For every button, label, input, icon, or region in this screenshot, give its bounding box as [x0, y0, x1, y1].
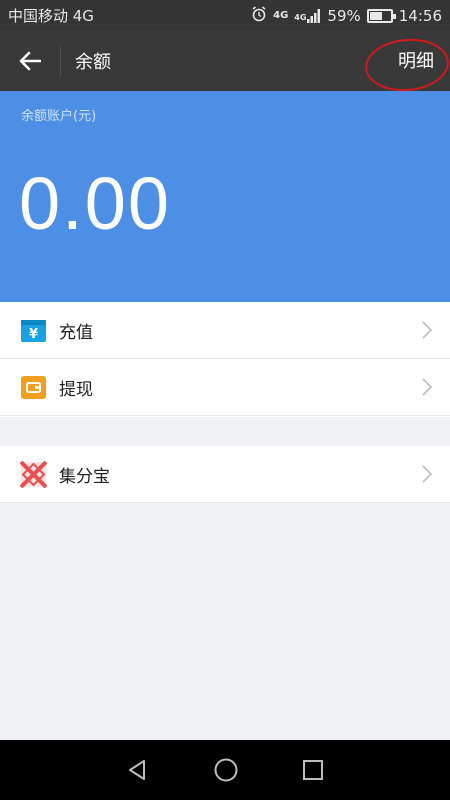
header-divider [60, 47, 61, 75]
recharge-label: 充值 [59, 322, 93, 343]
nav-back-icon[interactable] [126, 758, 150, 782]
menu-group-secondary: 集分宝 [0, 446, 450, 503]
jifenbao-label: 集分宝 [59, 466, 110, 487]
carrier-label: 中国移动 4G [8, 7, 94, 25]
list-item-jifenbao[interactable]: 集分宝 [0, 446, 450, 503]
recharge-icon: ¥ [20, 317, 47, 344]
jifenbao-icon [20, 460, 47, 488]
battery-percent: 59% [327, 6, 361, 25]
chevron-right-icon [422, 378, 432, 396]
nav-home-icon[interactable] [213, 757, 239, 783]
system-nav-bar [0, 740, 450, 800]
highlight-annotation [362, 35, 450, 95]
battery-fill [369, 11, 382, 20]
signal-net-badge: 4G [294, 12, 307, 22]
top-bar: 余额 明细 [0, 31, 450, 95]
battery-icon [366, 8, 396, 23]
withdraw-icon [20, 374, 47, 401]
alarm-icon [251, 5, 267, 26]
back-arrow-icon [19, 51, 41, 71]
svg-text:¥: ¥ [29, 327, 38, 342]
balance-card: 余额账户(元) 0.00 [0, 91, 450, 302]
status-right: 4G 4G 59% 14:56 [251, 5, 442, 26]
balance-label: 余额账户(元) [21, 109, 97, 124]
list-item-withdraw[interactable]: 提现 [0, 359, 450, 416]
page-title: 余额 [75, 52, 111, 73]
list-item-recharge[interactable]: ¥ 充值 [0, 302, 450, 359]
menu-group-primary: ¥ 充值 提现 [0, 302, 450, 417]
chevron-right-icon [422, 321, 432, 339]
signal-icon: 4G [294, 8, 321, 23]
network-badge: 4G [273, 9, 289, 21]
chevron-right-icon [422, 465, 432, 483]
status-bar: 中国移动 4G 4G 4G 59% 14:56 [0, 0, 450, 31]
clock: 14:56 [398, 6, 442, 25]
withdraw-label: 提现 [59, 379, 93, 400]
balance-screen: 中国移动 4G 4G 4G 59% 14:56 余额 明细 余额账户(元) 0.… [0, 0, 450, 800]
balance-amount: 0.00 [19, 162, 172, 245]
back-button[interactable] [0, 31, 60, 91]
status-left: 中国移动 4G [8, 5, 94, 26]
nav-recents-icon[interactable] [302, 759, 324, 781]
